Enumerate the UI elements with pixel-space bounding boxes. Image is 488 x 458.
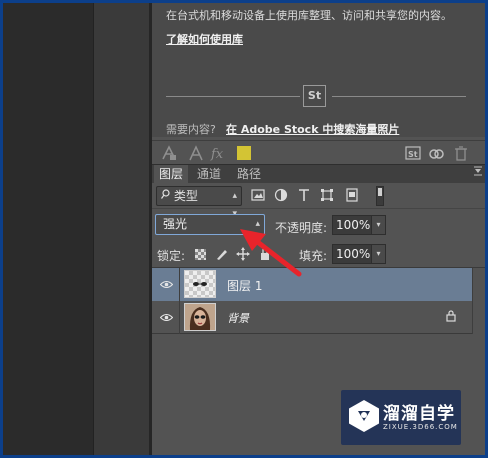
panel-dock-strip bbox=[93, 3, 150, 455]
opacity-label: 不透明度: bbox=[275, 221, 328, 235]
right-panel-stack: 在台式机和移动设备上使用库整理、访问和共享您的内容。 了解如何使用库 St 需要… bbox=[152, 3, 485, 455]
opacity-dropdown-button[interactable]: ▾ bbox=[371, 215, 386, 235]
pixel-layer-filter-icon[interactable] bbox=[251, 188, 265, 202]
svg-text:fx: fx bbox=[210, 147, 224, 162]
kind-filter-value: 类型 bbox=[173, 189, 198, 203]
tab-channels[interactable]: 通道 bbox=[192, 165, 226, 184]
tab-layers[interactable]: 图层 bbox=[154, 165, 189, 184]
layer-row[interactable]: 图层 1 bbox=[152, 268, 472, 301]
watermark-title: 溜溜自学 bbox=[383, 404, 455, 424]
foreground-color-swatch[interactable] bbox=[237, 146, 251, 160]
adobe-stock-logo: St bbox=[303, 85, 326, 107]
smart-object-filter-icon[interactable] bbox=[345, 188, 359, 202]
filter-toggle-switch[interactable] bbox=[376, 186, 384, 206]
lock-image-pixels-icon[interactable] bbox=[215, 247, 229, 261]
layer-lock-icon bbox=[446, 310, 456, 325]
panel-menu-icon[interactable] bbox=[473, 166, 483, 179]
shape-layer-filter-icon[interactable] bbox=[320, 188, 334, 202]
layer-kind-filter[interactable]: 类型 ▴▾ bbox=[156, 186, 242, 219]
blend-mode-value: 强光 bbox=[163, 217, 188, 231]
fill-dropdown-button[interactable]: ▾ bbox=[371, 244, 386, 264]
watermark-logo-icon bbox=[349, 400, 379, 432]
watermark-subtitle: ZIXUE.3D66.COM bbox=[383, 423, 458, 431]
adjustment-layer-filter-icon[interactable] bbox=[274, 188, 288, 202]
divider-right bbox=[332, 96, 466, 97]
adobe-stock-icon[interactable]: St bbox=[405, 144, 421, 162]
type-layer-filter-icon[interactable] bbox=[297, 188, 311, 202]
text-style-icon[interactable] bbox=[188, 144, 204, 162]
layer-thumbnail bbox=[184, 270, 216, 298]
lock-all-icon[interactable] bbox=[258, 247, 272, 261]
opacity-input[interactable]: 100% bbox=[332, 215, 372, 235]
search-icon bbox=[161, 189, 174, 203]
lock-label: 锁定: bbox=[157, 249, 186, 263]
layer-name[interactable]: 背景 bbox=[227, 310, 249, 326]
blend-mode-select[interactable]: 强光 ▴ ▾ bbox=[155, 214, 265, 248]
libraries-panel: 在台式机和移动设备上使用库整理、访问和共享您的内容。 了解如何使用库 St 需要… bbox=[152, 3, 485, 137]
divider-left bbox=[166, 96, 300, 97]
blend-mode-row: 强光 ▴ ▾ 不透明度: 100% ▾ bbox=[152, 210, 485, 248]
lock-transparent-pixels-icon[interactable] bbox=[195, 249, 206, 260]
eye-icon bbox=[159, 279, 174, 292]
library-toolbar: fx St bbox=[152, 140, 485, 164]
library-description: 在台式机和移动设备上使用库整理、访问和共享您的内容。 bbox=[166, 9, 452, 22]
canvas-area bbox=[3, 3, 93, 455]
need-content-label: 需要内容? bbox=[166, 123, 216, 136]
fill-input[interactable]: 100% bbox=[332, 244, 372, 264]
watermark-badge: 溜溜自学 ZIXUE.3D66.COM bbox=[341, 390, 461, 445]
lock-position-icon[interactable] bbox=[236, 247, 250, 261]
layer-style-fx-icon[interactable]: fx bbox=[210, 144, 230, 162]
layers-tab-bar: 图层 通道 路径 bbox=[152, 164, 485, 184]
character-style-icon[interactable] bbox=[160, 144, 178, 162]
visibility-toggle[interactable] bbox=[152, 268, 180, 301]
background-thumbnail bbox=[184, 303, 216, 331]
svg-text:St: St bbox=[408, 150, 418, 159]
learn-libraries-link[interactable]: 了解如何使用库 bbox=[166, 31, 243, 47]
layers-scrollbar[interactable] bbox=[472, 268, 485, 334]
eye-icon bbox=[159, 312, 174, 325]
fill-label: 填充: bbox=[299, 249, 328, 263]
tab-paths[interactable]: 路径 bbox=[232, 165, 266, 184]
layer-filter-row: 类型 ▴▾ bbox=[152, 183, 485, 219]
trash-icon[interactable] bbox=[454, 144, 468, 162]
creative-cloud-icon[interactable] bbox=[428, 144, 446, 162]
layer-name[interactable]: 图层 1 bbox=[227, 277, 262, 294]
lock-row: 锁定: 填充: 100% ▾ bbox=[152, 240, 485, 268]
visibility-toggle[interactable] bbox=[152, 301, 180, 334]
layer-row[interactable]: 背景 bbox=[152, 301, 472, 334]
search-stock-link[interactable]: 在 Adobe Stock 中搜索海量照片 bbox=[226, 121, 399, 137]
